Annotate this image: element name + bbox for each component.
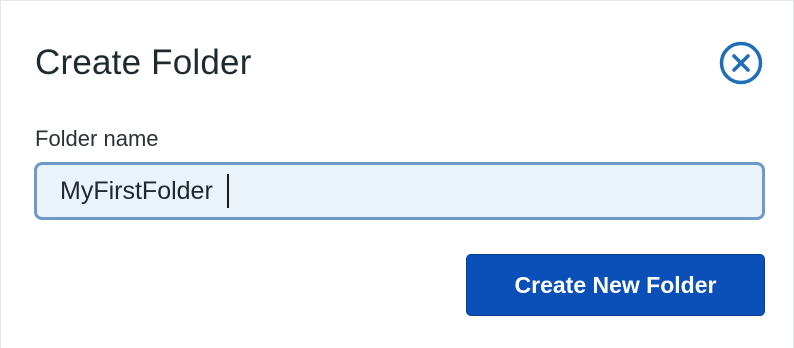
folder-name-input[interactable] xyxy=(34,162,765,220)
create-new-folder-button[interactable]: Create New Folder xyxy=(466,254,765,316)
text-caret xyxy=(227,174,229,208)
close-circle-icon xyxy=(719,41,763,85)
dialog-title: Create Folder xyxy=(35,43,252,82)
close-button[interactable] xyxy=(719,41,763,85)
create-folder-dialog: Create Folder Folder name Create New Fol… xyxy=(0,0,794,348)
folder-name-label: Folder name xyxy=(35,126,159,151)
